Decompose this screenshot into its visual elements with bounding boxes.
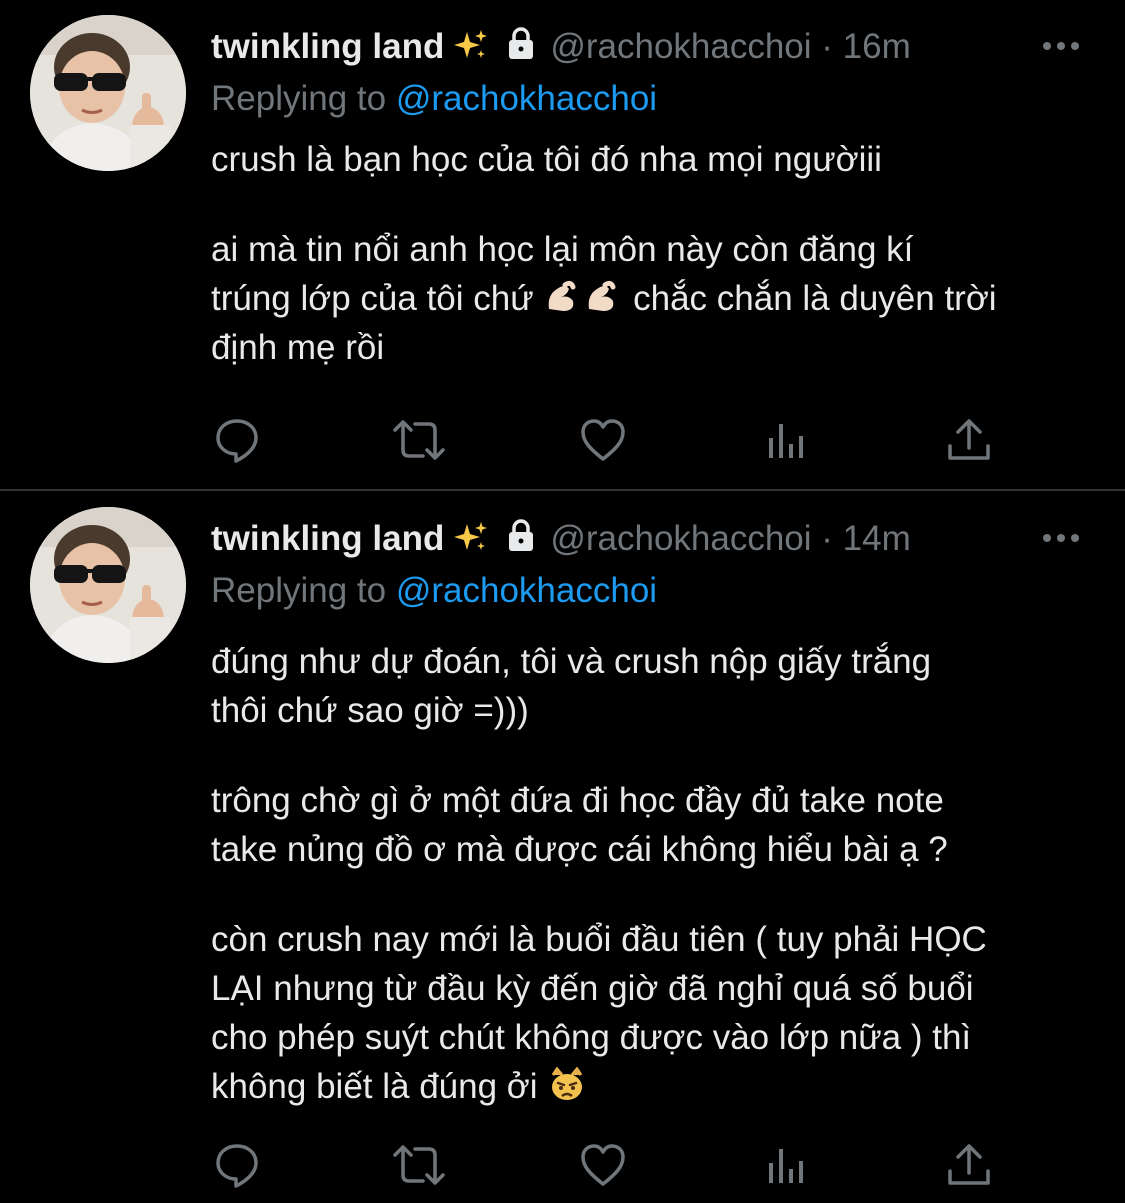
separator-dot: ·: [821, 519, 833, 558]
timestamp[interactable]: 14m: [843, 519, 911, 558]
avatar[interactable]: [30, 15, 186, 171]
tweet-actions: [213, 1141, 993, 1191]
more-options-icon[interactable]: [1041, 26, 1081, 66]
tweet-paragraph: crush là bạn học của tôi đó nha mọi ngườ…: [211, 140, 882, 179]
retweet-icon[interactable]: [391, 416, 445, 464]
avatar[interactable]: [30, 507, 186, 663]
replying-to: Replying to @rachokhacchoi: [211, 75, 657, 123]
handle[interactable]: @rachokhacchoi: [550, 519, 811, 558]
reply-icon[interactable]: [213, 416, 261, 464]
tweet-paragraph: đúng như dự đoán, tôi và crush nộp giấy …: [211, 642, 932, 730]
separator-dot: ·: [821, 27, 833, 66]
sparkles-icon: [454, 26, 488, 60]
replying-prefix: Replying to: [211, 571, 387, 610]
analytics-icon[interactable]: [765, 1141, 813, 1189]
more-options-icon[interactable]: [1041, 518, 1081, 558]
lock-icon: [504, 516, 538, 551]
tweet-text: crush là bạn học của tôi đó nha mọi ngườ…: [211, 135, 1091, 372]
tweet-actions: [213, 416, 993, 466]
share-icon[interactable]: [945, 416, 993, 464]
tweet-paragraph: còn crush nay mới là buổi đầu tiên ( tuy…: [211, 920, 987, 1106]
replying-mention[interactable]: @rachokhacchoi: [396, 79, 657, 118]
lock-icon: [504, 24, 538, 59]
replying-to: Replying to @rachokhacchoi: [211, 567, 657, 615]
tweet-divider: [0, 489, 1125, 491]
like-icon[interactable]: [579, 1141, 627, 1189]
tweet-text: đúng như dự đoán, tôi và crush nộp giấy …: [211, 637, 1091, 1111]
analytics-icon[interactable]: [765, 416, 813, 464]
tweet[interactable]: twinkling land @rachokhacchoi · 16m Reply…: [0, 0, 1125, 490]
tweet-paragraph: ai mà tin nổi anh học lại môn này còn đă…: [211, 230, 997, 367]
flexed-biceps-emoji: [543, 279, 583, 315]
share-icon[interactable]: [945, 1141, 993, 1189]
flexed-biceps-emoji: [583, 279, 623, 315]
handle[interactable]: @rachokhacchoi: [550, 27, 811, 66]
like-icon[interactable]: [579, 416, 627, 464]
tweet-header: twinkling land @rachokhacchoi · 14m: [211, 514, 1091, 564]
reply-icon[interactable]: [213, 1141, 261, 1189]
retweet-icon[interactable]: [391, 1141, 445, 1189]
tweet-paragraph: trông chờ gì ở một đứa đi học đầy đủ tak…: [211, 781, 948, 869]
display-name[interactable]: twinkling land: [211, 27, 444, 66]
tweet[interactable]: twinkling land @rachokhacchoi · 14m Reply…: [0, 492, 1125, 1203]
tweet-header: twinkling land @rachokhacchoi · 16m: [211, 22, 1091, 72]
timestamp[interactable]: 16m: [843, 27, 911, 66]
replying-prefix: Replying to: [211, 79, 387, 118]
sparkles-icon: [454, 518, 488, 552]
display-name[interactable]: twinkling land: [211, 519, 444, 558]
pouting-cat-emoji: [547, 1066, 587, 1103]
replying-mention[interactable]: @rachokhacchoi: [396, 571, 657, 610]
